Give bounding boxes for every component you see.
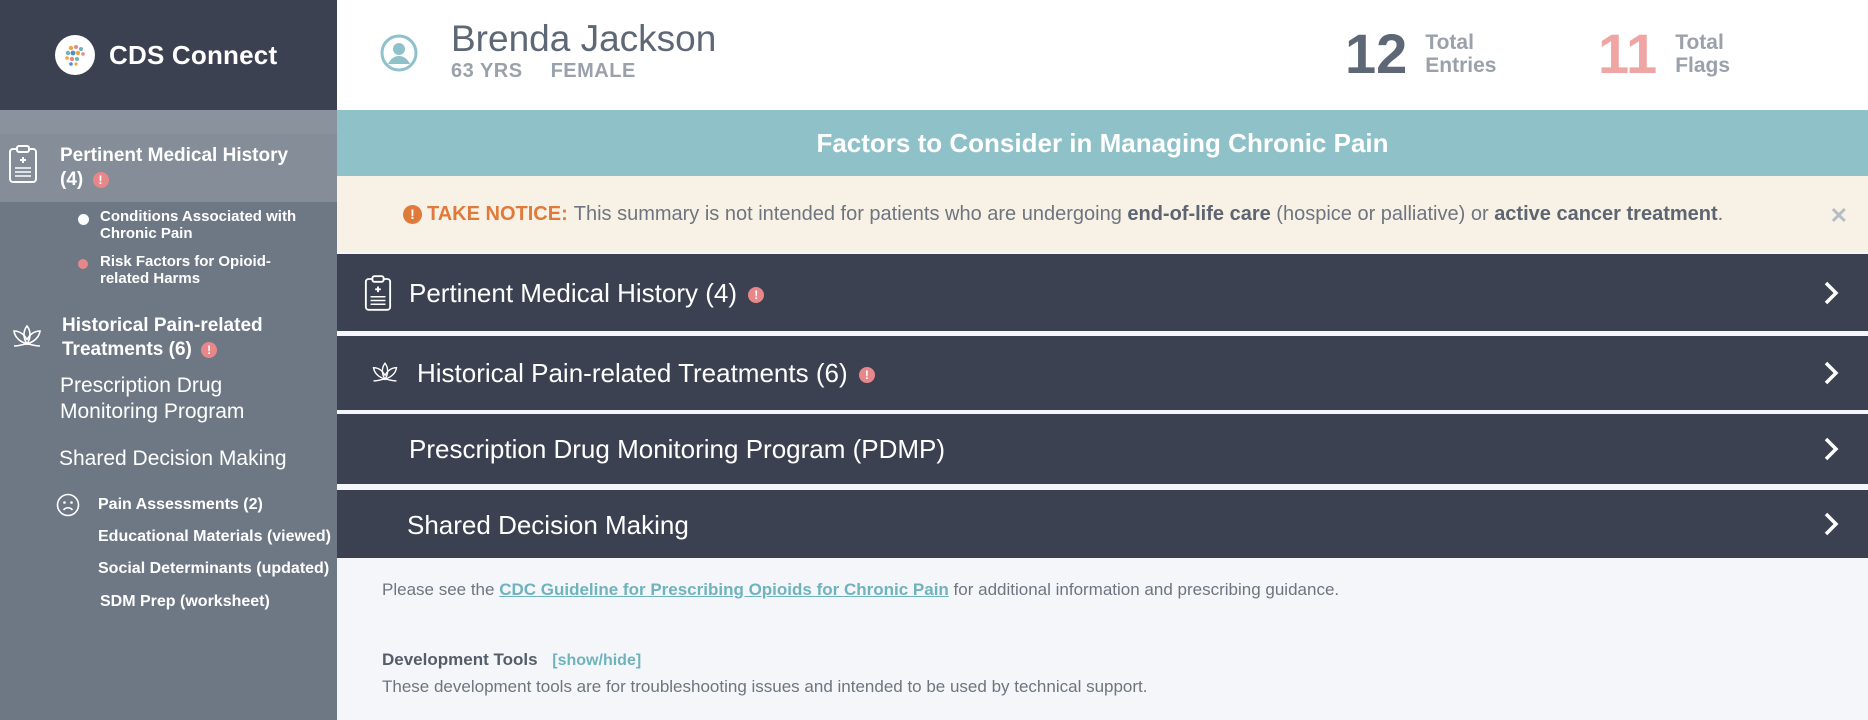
lotus-icon bbox=[10, 322, 44, 357]
flag-icon: ! bbox=[748, 287, 765, 304]
sidebar-item-count: (4) bbox=[60, 169, 84, 190]
development-tools-header: Development Tools [show/hide] bbox=[382, 650, 641, 670]
total-entries-value: 12 bbox=[1345, 22, 1408, 85]
avatar-icon bbox=[380, 34, 418, 77]
clipboard-icon bbox=[364, 274, 392, 317]
sidebar-item-label: Historical Pain-related Treatments (6) bbox=[62, 315, 263, 360]
sidebar-item-shared-decision-making[interactable]: Shared Decision Making bbox=[59, 446, 287, 472]
sidebar-item-label: Pertinent Medical History bbox=[60, 145, 289, 166]
flag-icon: ! bbox=[858, 367, 875, 384]
section-title: Pertinent Medical History (4) bbox=[409, 278, 737, 308]
brand-header[interactable]: CDS Connect bbox=[0, 0, 337, 110]
sidebar-item-historical-treatments[interactable]: Historical Pain-related Treatments (6) ! bbox=[10, 314, 302, 362]
show-hide-toggle[interactable]: [show/hide] bbox=[552, 652, 641, 669]
chevron-right-icon bbox=[1822, 280, 1840, 311]
development-tools-title: Development Tools bbox=[382, 650, 538, 669]
guideline-note: Please see the CDC Guideline for Prescri… bbox=[382, 580, 1340, 599]
sad-face-icon bbox=[56, 493, 80, 522]
section-pertinent-medical-history[interactable]: Pertinent Medical History (4) ! bbox=[337, 254, 1868, 331]
sidebar-subitem-risk-factors[interactable]: Risk Factors for Opioid-related Harms bbox=[78, 253, 300, 287]
section-pdmp[interactable]: Prescription Drug Monitoring Program (PD… bbox=[337, 414, 1868, 484]
take-notice-alert: ! TAKE NOTICE: This summary is not inten… bbox=[337, 176, 1868, 252]
total-flags-stat: 11 Total Flags bbox=[1598, 22, 1731, 85]
patient-demographics: 63 YRS FEMALE bbox=[451, 60, 636, 83]
patient-age: 63 YRS bbox=[451, 60, 523, 82]
sidebar-subitem-social-determinants[interactable]: Social Determinants (updated) bbox=[98, 560, 329, 578]
sidebar-item-pdmp[interactable]: Prescription Drug Monitoring Program bbox=[60, 373, 300, 425]
cdc-guideline-link[interactable]: CDC Guideline for Prescribing Opioids fo… bbox=[499, 580, 949, 599]
patient-header: Brenda Jackson 63 YRS FEMALE 12 Total Entr… bbox=[337, 0, 1868, 110]
section-shared-decision-making[interactable]: Shared Decision Making bbox=[337, 490, 1868, 558]
section-title: Historical Pain-related Treatments (6) bbox=[417, 358, 848, 388]
flag-icon: ! bbox=[201, 341, 218, 358]
total-entries-stat: 12 Total Entries bbox=[1345, 22, 1497, 85]
patient-gender: FEMALE bbox=[550, 60, 636, 82]
sidebar-subitem-educational-materials[interactable]: Educational Materials (viewed) bbox=[98, 528, 331, 546]
total-flags-value: 11 bbox=[1598, 22, 1658, 85]
chevron-right-icon bbox=[1822, 511, 1840, 542]
section-historical-pain-treatments[interactable]: Historical Pain-related Treatments (6) ! bbox=[337, 336, 1868, 410]
warning-icon: ! bbox=[403, 204, 422, 224]
flag-dot-icon bbox=[78, 259, 88, 269]
summary-title-banner: Factors to Consider in Managing Chronic … bbox=[337, 110, 1868, 176]
section-title: Prescription Drug Monitoring Program (PD… bbox=[409, 434, 946, 464]
sidebar: CDS Connect Pertinent Medical History (4… bbox=[0, 0, 337, 720]
flag-icon: ! bbox=[92, 171, 109, 188]
sidebar-item-pertinent-medical-history[interactable]: Pertinent Medical History (4) ! bbox=[0, 134, 337, 202]
sidebar-subitem-pain-assessments[interactable]: Pain Assessments (2) bbox=[98, 496, 263, 514]
notice-label: TAKE NOTICE: bbox=[427, 202, 568, 225]
sidebar-subitem-conditions[interactable]: Conditions Associated with Chronic Pain bbox=[78, 208, 320, 242]
sidebar-divider bbox=[0, 110, 337, 134]
chevron-right-icon bbox=[1822, 360, 1840, 391]
bullet-icon bbox=[78, 214, 89, 225]
lotus-icon bbox=[370, 359, 400, 392]
clipboard-icon bbox=[8, 144, 44, 189]
brand-name: CDS Connect bbox=[109, 39, 278, 70]
development-tools-description: These development tools are for troubles… bbox=[382, 677, 1148, 696]
patient-name: Brenda Jackson bbox=[451, 18, 717, 59]
close-icon[interactable]: ✕ bbox=[1830, 203, 1848, 229]
cds-logo-icon bbox=[55, 35, 95, 75]
sidebar-subitem-sdm-prep[interactable]: SDM Prep (worksheet) bbox=[100, 593, 270, 611]
section-title: Shared Decision Making bbox=[407, 510, 689, 540]
chevron-right-icon bbox=[1822, 436, 1840, 467]
